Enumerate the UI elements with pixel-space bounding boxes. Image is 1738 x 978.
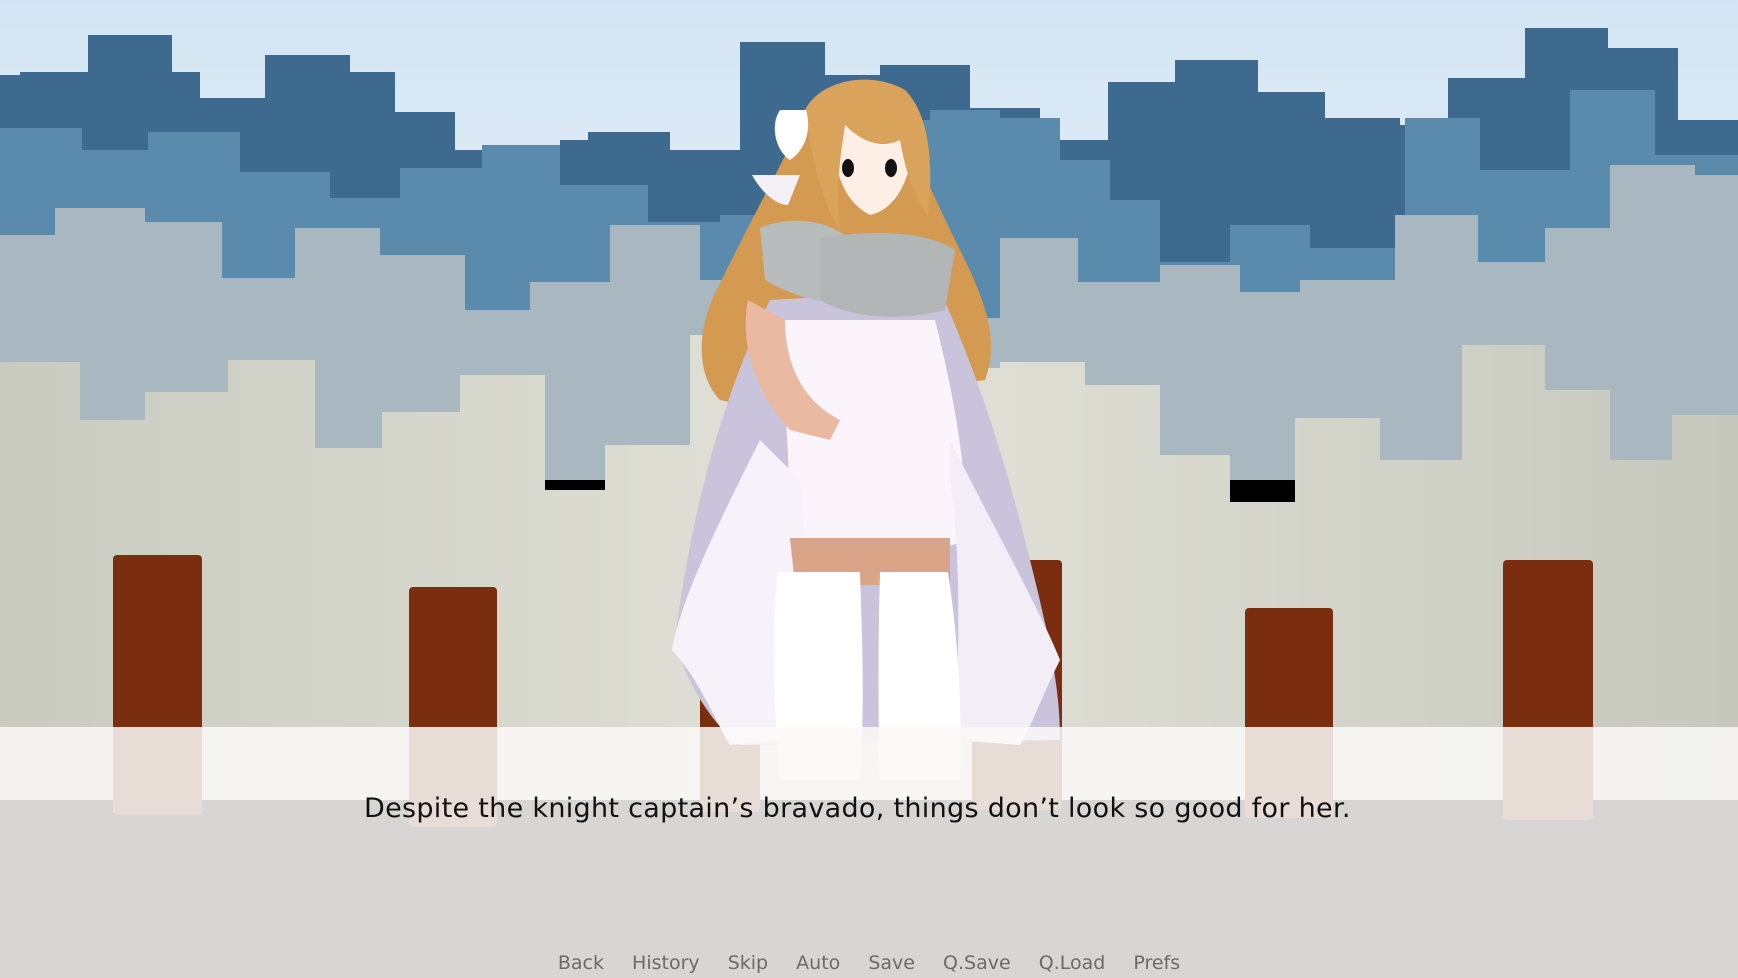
game-screen[interactable]: Despite the knight captain’s bravado, th…	[0, 0, 1738, 978]
quick-save-button[interactable]: Q.Save	[932, 952, 1022, 974]
skip-button[interactable]: Skip	[717, 952, 779, 974]
prefs-button[interactable]: Prefs	[1122, 952, 1191, 974]
history-button[interactable]: History	[621, 952, 711, 974]
auto-button[interactable]: Auto	[785, 952, 851, 974]
save-button[interactable]: Save	[857, 952, 926, 974]
quick-menu: Back History Skip Auto Save Q.Save Q.Loa…	[0, 952, 1738, 974]
dialogue-window[interactable]	[0, 727, 1738, 978]
quick-load-button[interactable]: Q.Load	[1028, 952, 1117, 974]
back-button[interactable]: Back	[547, 952, 615, 974]
dialogue-text: Despite the knight captain’s bravado, th…	[364, 793, 1351, 824]
